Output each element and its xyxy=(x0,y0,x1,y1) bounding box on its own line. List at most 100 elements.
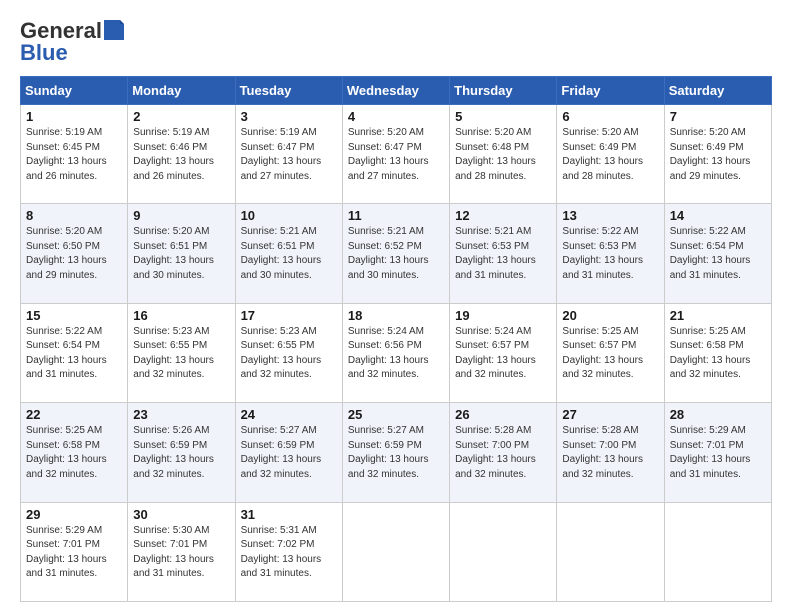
calendar-cell: 5 Sunrise: 5:20 AMSunset: 6:48 PMDaylight… xyxy=(450,105,557,204)
calendar-cell xyxy=(450,502,557,601)
calendar-cell: 8 Sunrise: 5:20 AMSunset: 6:50 PMDaylight… xyxy=(21,204,128,303)
day-info: Sunrise: 5:20 AMSunset: 6:51 PMDaylight:… xyxy=(133,226,214,281)
day-info: Sunrise: 5:26 AMSunset: 6:59 PMDaylight:… xyxy=(133,425,214,480)
day-number: 16 xyxy=(133,308,229,323)
day-number: 2 xyxy=(133,109,229,124)
calendar-cell: 22 Sunrise: 5:25 AMSunset: 6:58 PMDayligh… xyxy=(21,403,128,502)
day-number: 12 xyxy=(455,208,551,223)
logo: General Blue xyxy=(20,18,124,66)
day-number: 25 xyxy=(348,407,444,422)
day-number: 24 xyxy=(241,407,337,422)
day-number: 7 xyxy=(670,109,766,124)
day-number: 17 xyxy=(241,308,337,323)
header: General Blue xyxy=(20,18,772,66)
calendar-cell: 2 Sunrise: 5:19 AMSunset: 6:46 PMDaylight… xyxy=(128,105,235,204)
calendar-cell: 10Sunrise: 5:21 AMSunset: 6:51 PMDayligh… xyxy=(235,204,342,303)
calendar-cell: 21 Sunrise: 5:25 AMSunset: 6:58 PMDayligh… xyxy=(664,303,771,402)
calendar-cell: 18 Sunrise: 5:24 AMSunset: 6:56 PMDayligh… xyxy=(342,303,449,402)
day-info: Sunrise: 5:27 AMSunset: 6:59 PMDaylight:… xyxy=(348,425,429,480)
day-number: 3 xyxy=(241,109,337,124)
day-info: Sunrise: 5:28 AMSunset: 7:00 PMDaylight:… xyxy=(455,425,536,480)
calendar-cell: 6Sunrise: 5:20 AMSunset: 6:49 PMDaylight… xyxy=(557,105,664,204)
calendar-cell: 27 Sunrise: 5:28 AMSunset: 7:00 PMDayligh… xyxy=(557,403,664,502)
day-info: Sunrise: 5:25 AMSunset: 6:58 PMDaylight:… xyxy=(670,326,751,381)
day-number: 21 xyxy=(670,308,766,323)
calendar-cell: 3 Sunrise: 5:19 AMSunset: 6:47 PMDaylight… xyxy=(235,105,342,204)
calendar-cell: 31 Sunrise: 5:31 AMSunset: 7:02 PMDayligh… xyxy=(235,502,342,601)
day-info: Sunrise: 5:22 AMSunset: 6:53 PMDaylight:… xyxy=(562,226,643,281)
col-header-wednesday: Wednesday xyxy=(342,77,449,105)
calendar-cell: 16 Sunrise: 5:23 AMSunset: 6:55 PMDayligh… xyxy=(128,303,235,402)
day-number: 9 xyxy=(133,208,229,223)
day-info: Sunrise: 5:19 AMSunset: 6:46 PMDaylight:… xyxy=(133,127,214,182)
calendar-cell xyxy=(342,502,449,601)
day-info: Sunrise: 5:23 AMSunset: 6:55 PMDaylight:… xyxy=(133,326,214,381)
col-header-monday: Monday xyxy=(128,77,235,105)
day-info: Sunrise: 5:28 AMSunset: 7:00 PMDaylight:… xyxy=(562,425,643,480)
calendar-cell xyxy=(557,502,664,601)
day-info: Sunrise: 5:20 AMSunset: 6:48 PMDaylight:… xyxy=(455,127,536,182)
day-info: Sunrise: 5:24 AMSunset: 6:56 PMDaylight:… xyxy=(348,326,429,381)
calendar-cell: 7 Sunrise: 5:20 AMSunset: 6:49 PMDaylight… xyxy=(664,105,771,204)
calendar-cell: 23Sunrise: 5:26 AMSunset: 6:59 PMDayligh… xyxy=(128,403,235,502)
day-number: 27 xyxy=(562,407,658,422)
day-number: 8 xyxy=(26,208,122,223)
day-number: 31 xyxy=(241,507,337,522)
day-info: Sunrise: 5:31 AMSunset: 7:02 PMDaylight:… xyxy=(241,525,322,580)
day-number: 11 xyxy=(348,208,444,223)
calendar-cell: 12 Sunrise: 5:21 AMSunset: 6:53 PMDayligh… xyxy=(450,204,557,303)
calendar-cell: 25 Sunrise: 5:27 AMSunset: 6:59 PMDayligh… xyxy=(342,403,449,502)
day-number: 18 xyxy=(348,308,444,323)
day-number: 29 xyxy=(26,507,122,522)
page: General Blue SundayMondayTuesdayWednesda… xyxy=(0,0,792,612)
calendar-cell: 9 Sunrise: 5:20 AMSunset: 6:51 PMDaylight… xyxy=(128,204,235,303)
calendar-cell: 26 Sunrise: 5:28 AMSunset: 7:00 PMDayligh… xyxy=(450,403,557,502)
day-info: Sunrise: 5:20 AMSunset: 6:49 PMDaylight:… xyxy=(670,127,751,182)
day-info: Sunrise: 5:30 AMSunset: 7:01 PMDaylight:… xyxy=(133,525,214,580)
day-number: 28 xyxy=(670,407,766,422)
calendar-cell xyxy=(664,502,771,601)
calendar-cell: 4 Sunrise: 5:20 AMSunset: 6:47 PMDaylight… xyxy=(342,105,449,204)
day-number: 4 xyxy=(348,109,444,124)
day-number: 10 xyxy=(241,208,337,223)
col-header-tuesday: Tuesday xyxy=(235,77,342,105)
calendar-cell: 13 Sunrise: 5:22 AMSunset: 6:53 PMDayligh… xyxy=(557,204,664,303)
calendar-cell: 20 Sunrise: 5:25 AMSunset: 6:57 PMDayligh… xyxy=(557,303,664,402)
day-info: Sunrise: 5:25 AMSunset: 6:58 PMDaylight:… xyxy=(26,425,107,480)
calendar-cell: 15 Sunrise: 5:22 AMSunset: 6:54 PMDayligh… xyxy=(21,303,128,402)
col-header-thursday: Thursday xyxy=(450,77,557,105)
calendar-cell: 28Sunrise: 5:29 AMSunset: 7:01 PMDayligh… xyxy=(664,403,771,502)
calendar-cell: 17 Sunrise: 5:23 AMSunset: 6:55 PMDayligh… xyxy=(235,303,342,402)
day-info: Sunrise: 5:20 AMSunset: 6:50 PMDaylight:… xyxy=(26,226,107,281)
logo-arrow-icon xyxy=(104,20,124,40)
day-info: Sunrise: 5:23 AMSunset: 6:55 PMDaylight:… xyxy=(241,326,322,381)
day-info: Sunrise: 5:29 AMSunset: 7:01 PMDaylight:… xyxy=(26,525,107,580)
calendar-cell: 1Sunrise: 5:19 AMSunset: 6:45 PMDaylight… xyxy=(21,105,128,204)
day-number: 1 xyxy=(26,109,122,124)
day-info: Sunrise: 5:24 AMSunset: 6:57 PMDaylight:… xyxy=(455,326,536,381)
day-number: 22 xyxy=(26,407,122,422)
day-info: Sunrise: 5:20 AMSunset: 6:47 PMDaylight:… xyxy=(348,127,429,182)
logo-blue: Blue xyxy=(20,40,68,66)
day-info: Sunrise: 5:22 AMSunset: 6:54 PMDaylight:… xyxy=(670,226,751,281)
calendar-cell: 19 Sunrise: 5:24 AMSunset: 6:57 PMDayligh… xyxy=(450,303,557,402)
day-number: 19 xyxy=(455,308,551,323)
calendar-cell: 14 Sunrise: 5:22 AMSunset: 6:54 PMDayligh… xyxy=(664,204,771,303)
day-info: Sunrise: 5:25 AMSunset: 6:57 PMDaylight:… xyxy=(562,326,643,381)
calendar-cell: 24Sunrise: 5:27 AMSunset: 6:59 PMDayligh… xyxy=(235,403,342,502)
day-number: 14 xyxy=(670,208,766,223)
day-info: Sunrise: 5:22 AMSunset: 6:54 PMDaylight:… xyxy=(26,326,107,381)
col-header-saturday: Saturday xyxy=(664,77,771,105)
day-info: Sunrise: 5:19 AMSunset: 6:47 PMDaylight:… xyxy=(241,127,322,182)
day-number: 15 xyxy=(26,308,122,323)
day-number: 5 xyxy=(455,109,551,124)
calendar-table: SundayMondayTuesdayWednesdayThursdayFrid… xyxy=(20,76,772,602)
day-number: 30 xyxy=(133,507,229,522)
day-number: 20 xyxy=(562,308,658,323)
col-header-friday: Friday xyxy=(557,77,664,105)
col-header-sunday: Sunday xyxy=(21,77,128,105)
day-number: 26 xyxy=(455,407,551,422)
day-info: Sunrise: 5:21 AMSunset: 6:53 PMDaylight:… xyxy=(455,226,536,281)
day-number: 13 xyxy=(562,208,658,223)
calendar-cell: 11Sunrise: 5:21 AMSunset: 6:52 PMDayligh… xyxy=(342,204,449,303)
